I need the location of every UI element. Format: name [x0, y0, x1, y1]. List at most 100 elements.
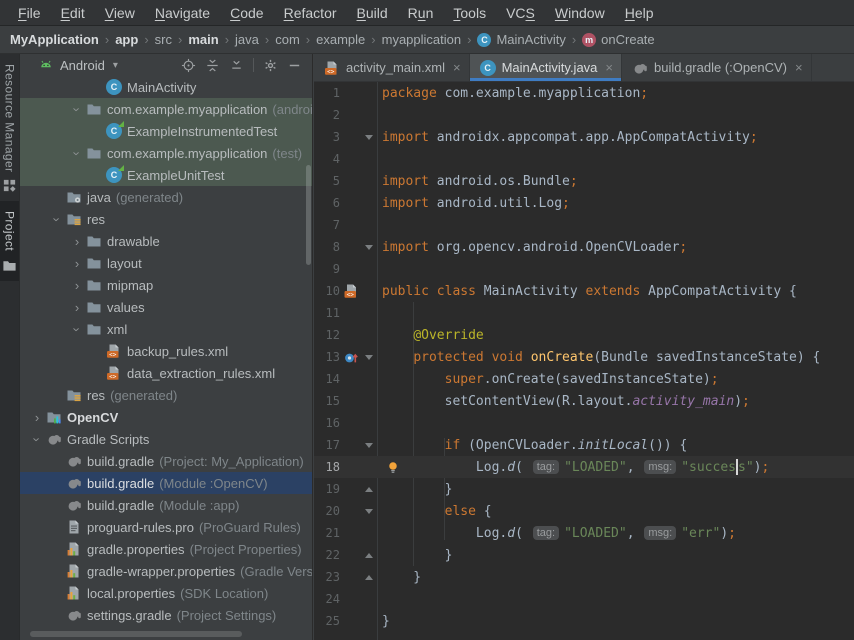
menu-file[interactable]: File: [8, 0, 51, 26]
fold-start-icon[interactable]: [361, 509, 377, 514]
line-number[interactable]: 21: [314, 526, 340, 540]
tree-item-build-gradle[interactable]: build.gradle(Project: My_Application): [20, 450, 312, 472]
code-line-22[interactable]: 22 }: [314, 544, 854, 566]
tree-item-res[interactable]: ›res: [20, 208, 312, 230]
code-line-1[interactable]: 1package com.example.myapplication;: [314, 82, 854, 104]
code-line-18[interactable]: 18 Log.d( tag:"LOADED", msg:"success");: [314, 456, 854, 478]
tree-item-gradle-wrapper-properties[interactable]: gradle-wrapper.properties(Gradle Version…: [20, 560, 312, 582]
menu-refactor[interactable]: Refactor: [274, 0, 347, 26]
tree-item-build-gradle[interactable]: build.gradle(Module :app): [20, 494, 312, 516]
tree-item-exampleinstrumentedtest[interactable]: CExampleInstrumentedTest: [20, 120, 312, 142]
line-number[interactable]: 16: [314, 416, 340, 430]
fold-start-icon[interactable]: [361, 135, 377, 140]
line-number[interactable]: 14: [314, 372, 340, 386]
editor-tab-build-gradle-opencv-[interactable]: build.gradle (:OpenCV)×: [622, 54, 812, 81]
tree-item-com-example-myapplication[interactable]: ›com.example.myapplication(androidTest): [20, 98, 312, 120]
menu-tools[interactable]: Tools: [443, 0, 496, 26]
menu-navigate[interactable]: Navigate: [145, 0, 220, 26]
line-number[interactable]: 10: [314, 284, 340, 298]
code-line-15[interactable]: 15 setContentView(R.layout.activity_main…: [314, 390, 854, 412]
menu-help[interactable]: Help: [615, 0, 664, 26]
line-number[interactable]: 12: [314, 328, 340, 342]
project-view-selector[interactable]: Android: [60, 58, 105, 73]
line-number[interactable]: 15: [314, 394, 340, 408]
code-line-5[interactable]: 5import android.os.Bundle;: [314, 170, 854, 192]
chevron-down-icon[interactable]: ›: [48, 212, 66, 227]
fold-start-icon[interactable]: [361, 245, 377, 250]
fold-start-icon[interactable]: [361, 355, 377, 360]
breadcrumb-item-myapplication[interactable]: myapplication: [382, 32, 462, 47]
tree-item-data-extraction-rules-xml[interactable]: <>data_extraction_rules.xml: [20, 362, 312, 384]
code-line-12[interactable]: 12 @Override: [314, 324, 854, 346]
breadcrumb-item-example[interactable]: example: [316, 32, 365, 47]
chevron-right-icon[interactable]: ›: [68, 234, 86, 249]
tree-item-settings-gradle[interactable]: settings.gradle(Project Settings): [20, 604, 312, 626]
menu-edit[interactable]: Edit: [51, 0, 95, 26]
tool-tab-project[interactable]: Project: [0, 201, 19, 280]
code-line-16[interactable]: 16: [314, 412, 854, 434]
line-number[interactable]: 25: [314, 614, 340, 628]
chevron-down-icon[interactable]: ›: [68, 322, 86, 337]
tree-item-xml[interactable]: ›xml: [20, 318, 312, 340]
code-line-11[interactable]: 11: [314, 302, 854, 324]
code-line-14[interactable]: 14 super.onCreate(savedInstanceState);: [314, 368, 854, 390]
menu-code[interactable]: Code: [220, 0, 273, 26]
code-line-6[interactable]: 6import android.util.Log;: [314, 192, 854, 214]
menu-window[interactable]: Window: [545, 0, 615, 26]
menu-vcs[interactable]: VCS: [496, 0, 545, 26]
tree-item-drawable[interactable]: ›drawable: [20, 230, 312, 252]
line-number[interactable]: 22: [314, 548, 340, 562]
line-number[interactable]: 20: [314, 504, 340, 518]
code-line-21[interactable]: 21 Log.d( tag:"LOADED", msg:"err");: [314, 522, 854, 544]
line-number[interactable]: 2: [314, 108, 340, 122]
code-line-4[interactable]: 4: [314, 148, 854, 170]
breadcrumb-item-mainactivity[interactable]: CMainActivity: [477, 32, 565, 47]
override-gutter-icon[interactable]: [343, 349, 360, 365]
tree-item-backup-rules-xml[interactable]: <>backup_rules.xml: [20, 340, 312, 362]
code-line-10[interactable]: 10<>public class MainActivity extends Ap…: [314, 280, 854, 302]
breadcrumb-item-com[interactable]: com: [275, 32, 300, 47]
tree-horizontal-scrollbar[interactable]: [30, 631, 242, 637]
code-line-13[interactable]: 13 protected void onCreate(Bundle savedI…: [314, 346, 854, 368]
line-number[interactable]: 6: [314, 196, 340, 210]
breadcrumb-item-java[interactable]: java: [235, 32, 259, 47]
tree-item-values[interactable]: ›values: [20, 296, 312, 318]
tool-tab-resource-manager[interactable]: Resource Manager: [0, 54, 19, 201]
lightbulb-icon[interactable]: [386, 460, 400, 475]
close-icon[interactable]: ×: [795, 60, 803, 75]
breadcrumb-item-oncreate[interactable]: monCreate: [582, 32, 654, 47]
line-number[interactable]: 17: [314, 438, 340, 452]
line-number[interactable]: 3: [314, 130, 340, 144]
expand-collapse-icon[interactable]: [229, 58, 244, 73]
chevron-right-icon[interactable]: ›: [68, 300, 86, 315]
code-line-25[interactable]: 25}: [314, 610, 854, 632]
code-line-19[interactable]: 19 }: [314, 478, 854, 500]
tree-item-gradle-properties[interactable]: gradle.properties(Project Properties): [20, 538, 312, 560]
settings-icon[interactable]: [263, 58, 278, 73]
line-number[interactable]: 11: [314, 306, 340, 320]
code-line-3[interactable]: 3import androidx.appcompat.app.AppCompat…: [314, 126, 854, 148]
chevron-right-icon[interactable]: ›: [28, 410, 46, 425]
breadcrumb-item-myapplication[interactable]: MyApplication: [10, 32, 99, 47]
breadcrumb-item-src[interactable]: src: [155, 32, 172, 47]
line-number[interactable]: 4: [314, 152, 340, 166]
line-number[interactable]: 13: [314, 350, 340, 364]
line-number[interactable]: 5: [314, 174, 340, 188]
tree-item-local-properties[interactable]: local.properties(SDK Location): [20, 582, 312, 604]
tree-item-com-example-myapplication[interactable]: ›com.example.myapplication(test): [20, 142, 312, 164]
code-line-7[interactable]: 7: [314, 214, 854, 236]
xml-file-gutter-icon[interactable]: <>: [343, 283, 360, 299]
breadcrumb-item-main[interactable]: main: [188, 32, 218, 47]
tree-item-proguard-rules-pro[interactable]: proguard-rules.pro(ProGuard Rules): [20, 516, 312, 538]
chevron-down-icon[interactable]: ›: [68, 102, 86, 117]
menu-run[interactable]: Run: [398, 0, 444, 26]
breadcrumb-item-app[interactable]: app: [115, 32, 138, 47]
editor-tab-activity-main-xml[interactable]: <>activity_main.xml×: [314, 54, 470, 81]
chevron-right-icon[interactable]: ›: [68, 256, 86, 271]
code-line-23[interactable]: 23 }: [314, 566, 854, 588]
collapse-all-icon[interactable]: [205, 58, 220, 73]
tree-item-build-gradle[interactable]: build.gradle(Module :OpenCV): [20, 472, 312, 494]
line-number[interactable]: 8: [314, 240, 340, 254]
chevron-down-icon[interactable]: ›: [28, 432, 46, 447]
tree-vertical-scrollbar[interactable]: [306, 165, 311, 265]
